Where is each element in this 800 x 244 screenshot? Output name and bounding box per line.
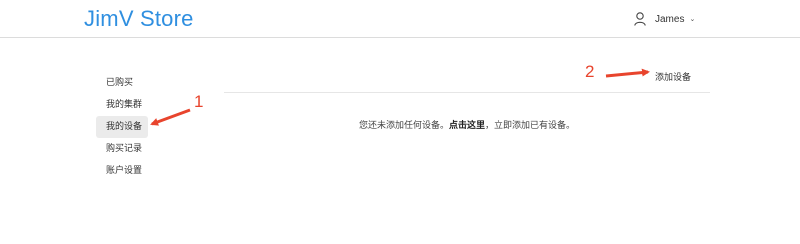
add-device-button[interactable]: 添加设备 xyxy=(655,70,691,83)
sidebar-item-account-settings[interactable]: 账户设置 xyxy=(96,160,160,182)
sidebar-item-my-devices[interactable]: 我的设备 xyxy=(96,116,148,138)
click-here-link[interactable]: 点击这里 xyxy=(449,121,485,131)
sidebar-item-purchase-history[interactable]: 购买记录 xyxy=(96,138,160,160)
top-navbar: JimV Store James ⌄ xyxy=(0,0,800,38)
sidebar-nav: 已购买 我的集群 我的设备 购买记录 账户设置 xyxy=(96,72,160,182)
user-name: James xyxy=(655,13,685,25)
sidebar-item-my-clusters[interactable]: 我的集群 xyxy=(96,94,160,116)
user-menu[interactable]: James ⌄ xyxy=(634,9,695,29)
content-divider xyxy=(224,92,710,93)
annotation-arrow-2 xyxy=(605,68,650,78)
user-icon xyxy=(634,12,646,26)
empty-state-message: 您还未添加任何设备。点击这里，立即添加已有设备。 xyxy=(224,118,710,131)
annotation-number-2: 2 xyxy=(585,62,595,81)
empty-state-text: 您还未添加任何设备。 xyxy=(358,121,449,131)
empty-state-text-tail: ，立即添加已有设备。 xyxy=(485,121,576,131)
brand-logo-text[interactable]: JimV Store xyxy=(84,6,194,32)
chevron-down-icon: ⌄ xyxy=(689,15,696,23)
annotation-number-1: 1 xyxy=(194,92,204,111)
sidebar-item-purchased[interactable]: 已购买 xyxy=(96,72,160,94)
